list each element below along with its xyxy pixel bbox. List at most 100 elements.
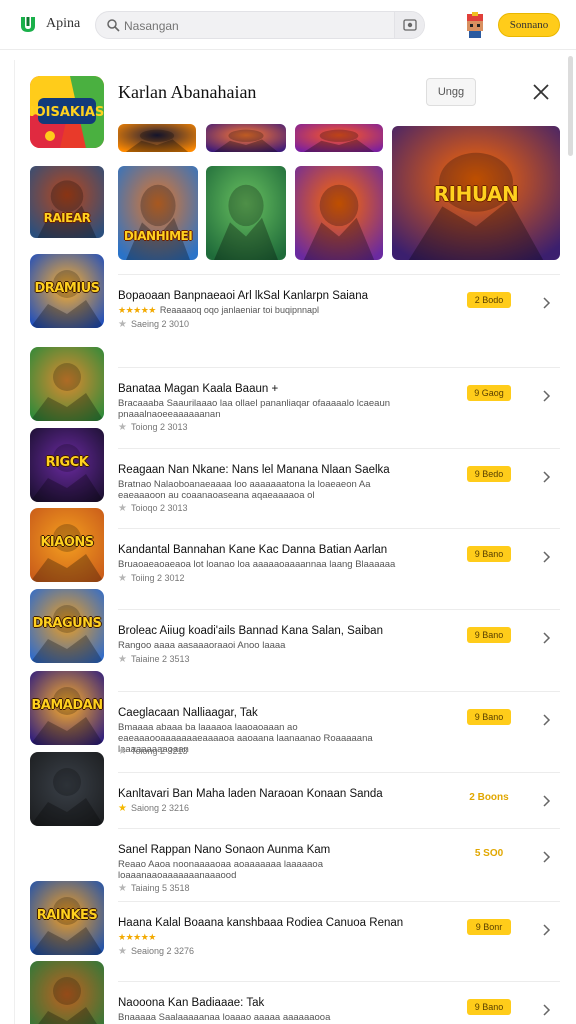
tile-art [295,124,383,152]
featured-tile[interactable]: RAIEAR [30,166,104,238]
app-thumbnail[interactable]: DRAGUNS [30,589,104,663]
top-action-button[interactable]: Sonnano [498,13,560,37]
scrollbar[interactable] [568,56,573,156]
app-meta: ★ Toiing 2 3012 [118,573,185,584]
star-icon: ★ [118,946,127,957]
price-badge[interactable]: 9 Gaog [467,385,511,401]
price-badge[interactable]: 9 Bedo [467,466,511,482]
tile-art [295,166,383,260]
featured-tile[interactable]: RIHUAN [392,126,560,260]
page-title: Karlan Abanahaian [118,82,257,102]
list-item[interactable]: RAINKES Haana Kalal Boaana kanshbaaa Rodi… [20,881,560,965]
price-badge[interactable]: 2 Boons [467,790,511,806]
row-divider [118,367,560,368]
app-title[interactable]: Kandantal Bannahan Kane Kac Danna Batian… [118,544,387,556]
list-item[interactable]: Sanel Rappan Nano Sonaon Aunma Kam Reaao … [20,812,560,894]
app-title[interactable]: Haana Kalal Boaana kanshbaaa Rodiea Canu… [118,917,403,929]
list-item[interactable]: KIAONS Kandantal Bannahan Kane Kac Danna … [20,508,560,592]
app-title[interactable]: Sanel Rappan Nano Sonaon Aunma Kam [118,844,330,856]
app-title[interactable]: Broleac Aiiug koadi'ails Bannad Kana Sal… [118,625,383,637]
featured-tile[interactable] [295,124,383,152]
thumbnail-label: BAMADAN [31,697,103,713]
thumbnail-label: DRAMIUS [34,280,100,296]
app-title[interactable]: Naooona Kan Badiaaae: Tak [118,997,264,1009]
top-bar: Apina Sonnano [0,0,576,50]
svg-text:IOISAKIAS: IOISAKIAS [30,105,104,120]
tile-label: RIHUAN [433,182,519,207]
list-item[interactable]: Banataa Magan Kaala Baaun + Bracaaaba Saa… [20,347,560,433]
app-thumbnail[interactable]: KIAONS [30,508,104,582]
list-item[interactable]: DRAGUNS Broleac Aiiug koadi'ails Bannad K… [20,589,560,673]
price-badge[interactable]: 9 Bano [467,627,511,643]
app-meta-text: Taiaine 2 3513 [130,654,190,664]
secondary-button[interactable]: Ungg [426,78,476,106]
thumbnail-label: RIGCK [45,454,89,470]
featured-tile[interactable] [206,166,286,260]
app-title[interactable]: Bopaoaan Banpnaeaoi Arl lkSal Kanlarpn S… [118,290,368,302]
app-meta-text: Seaiong 2 3276 [130,946,195,956]
user-avatar[interactable] [463,12,487,38]
list-item[interactable]: BAMADAN Caeglacaan Nalliaagar, Tak Bmaaaa … [20,671,560,757]
row-divider [118,691,560,692]
featured-tile[interactable] [295,166,383,260]
chevron-right-icon[interactable] [540,389,552,402]
chevron-right-icon[interactable] [540,1003,552,1016]
app-description: Reaao Aaoa noonaaaaoaa aoaaaaaaa laaaaao… [118,859,323,881]
chevron-right-icon[interactable] [540,850,552,863]
app-thumbnail[interactable]: DRAMIUS [30,254,104,328]
star-icon: ★ [118,654,127,665]
chevron-right-icon[interactable] [540,794,552,807]
price-badge[interactable]: 9 Bano [467,709,511,725]
app-meta: ★ Seaiong 2 3276 [118,946,194,957]
app-meta-text: Toiing 2 3012 [130,573,185,583]
app-description: Rangoo aaaa aasaaaoraaoi Anoo laaaa [118,640,286,651]
close-icon[interactable] [528,79,554,105]
list-item[interactable]: Naooona Kan Badiaaae: Tak Bnaaaaa Saalaaa… [20,961,560,1024]
rating-stars: ★★★★★ Reaaaaoq oqo janlaeniar toi buqipnn… [118,305,319,315]
price-badge[interactable]: 9 Bonr [467,919,511,935]
price-badge[interactable]: 5 SO0 [467,846,511,862]
featured-tile[interactable]: DIANHIMEI [118,166,198,260]
rating-stars: ★★★★★ [118,932,156,942]
app-meta-text: Toiong 2 3013 [130,422,188,432]
app-title[interactable]: Banataa Magan Kaala Baaun + [118,383,278,395]
image-search-icon[interactable] [394,12,424,38]
price-badge[interactable]: 9 Bano [467,999,511,1015]
app-thumbnail[interactable]: RAINKES [30,881,104,955]
app-thumbnail[interactable] [30,961,104,1024]
app-description: Bnaaaaa Saalaaaaanaa loaaao aaaaa aaaaaa… [118,1012,331,1023]
tile-art [206,124,286,152]
tile-art [30,166,104,238]
tile-art [206,166,286,260]
featured-tile[interactable] [206,124,286,152]
app-thumbnail[interactable]: RIGCK [30,428,104,502]
price-badge[interactable]: 2 Bodo [467,292,511,308]
rating-text: Reaaaaoq oqo janlaeniar toi buqipnnapl [159,305,319,315]
chevron-right-icon[interactable] [540,713,552,726]
app-title[interactable]: Kanltavari Ban Maha laden Naraoan Konaan… [118,788,383,800]
price-badge[interactable]: 9 Bano [467,546,511,562]
app-thumbnail[interactable]: BAMADAN [30,671,104,745]
search-input[interactable] [124,16,384,36]
thumbnail-label: RAINKES [36,907,98,923]
star-icon: ★ [118,573,127,584]
app-title[interactable]: Reagaan Nan Nkane: Nans lel Manana Nlaan… [118,464,390,476]
row-divider [118,448,560,449]
chevron-right-icon[interactable] [540,923,552,936]
list-item[interactable]: RIGCK Reagaan Nan Nkane: Nans lel Manana … [20,428,560,514]
chevron-right-icon[interactable] [540,470,552,483]
featured-app-icon[interactable]: IOISAKIAS [30,76,104,148]
app-logo-icon[interactable] [18,14,38,34]
app-thumbnail[interactable] [30,347,104,421]
chevron-right-icon[interactable] [540,550,552,563]
featured-tile[interactable] [118,124,196,152]
row-divider [118,828,560,829]
app-description: Bratnao Nalaoboanaeaaaa loo aaaaaaatona … [118,479,371,501]
search-bar[interactable] [95,11,425,39]
app-title[interactable]: Caeglacaan Nalliaagar, Tak [118,707,258,719]
chevron-right-icon[interactable] [540,631,552,644]
row-divider [118,528,560,529]
chevron-right-icon[interactable] [540,296,552,309]
app-description: Bracaaaba Saaurilaaao laa ollael pananli… [118,398,391,420]
list-item[interactable]: DRAMIUS Bopaoaan Banpnaeaoi Arl lkSal Kan… [20,254,560,338]
